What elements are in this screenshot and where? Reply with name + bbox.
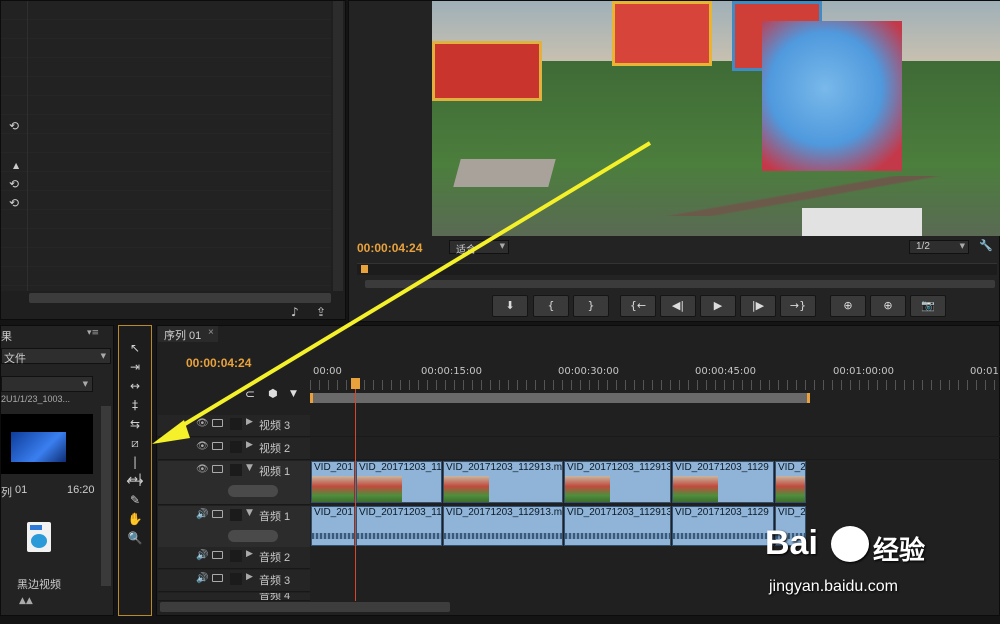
watermark-url: jingyan.baidu.com: [769, 578, 898, 595]
watermark-brand2: 经验: [873, 535, 926, 565]
arrow-shaft: [173, 141, 652, 432]
arrow-head: [152, 420, 190, 444]
paw-icon: [831, 526, 869, 562]
baidu-watermark: Bai 经验 jingyan.baidu.com: [765, 520, 945, 610]
watermark-brand: Bai: [765, 524, 818, 562]
